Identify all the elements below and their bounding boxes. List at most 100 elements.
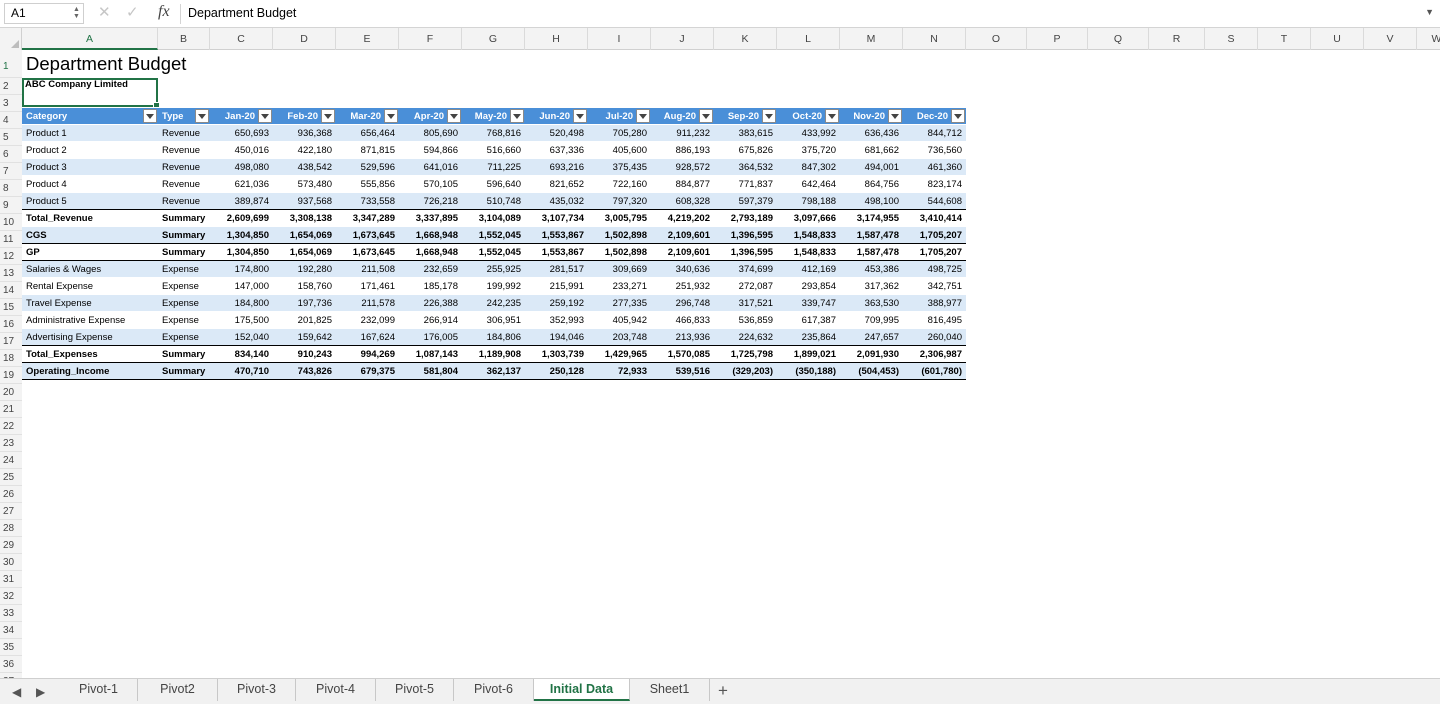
column-header-r[interactable]: R — [1149, 28, 1205, 50]
value-cell[interactable]: 2,793,189 — [714, 209, 777, 227]
row-header-11[interactable]: 11 — [0, 231, 22, 248]
value-cell[interactable]: 277,335 — [588, 294, 651, 312]
value-cell[interactable]: 266,914 — [399, 311, 462, 329]
column-header-f[interactable]: F — [399, 28, 462, 50]
value-cell[interactable]: 184,800 — [210, 294, 273, 312]
table-header-cell[interactable]: Jun-20 — [525, 107, 588, 125]
row-header-26[interactable]: 26 — [0, 486, 22, 503]
value-cell[interactable]: 711,225 — [462, 158, 525, 176]
value-cell[interactable]: 1,396,595 — [714, 226, 777, 244]
value-cell[interactable]: 224,632 — [714, 328, 777, 346]
type-cell[interactable]: Expense — [158, 294, 210, 312]
enter-icon[interactable]: ✓ — [126, 4, 139, 22]
value-cell[interactable]: 494,001 — [840, 158, 903, 176]
row-header-2[interactable]: 2 — [0, 78, 22, 95]
value-cell[interactable]: 539,516 — [651, 362, 714, 380]
worksheet-grid[interactable]: ABCDEFGHIJKLMNOPQRSTUVW 1 2 3 4 5 6 7 8 9 10 11 12 1… — [0, 28, 1440, 678]
value-cell[interactable]: 520,498 — [525, 124, 588, 142]
value-cell[interactable]: 309,669 — [588, 260, 651, 278]
value-cell[interactable]: 3,347,289 — [336, 209, 399, 227]
type-cell[interactable]: Revenue — [158, 141, 210, 159]
value-cell[interactable]: 433,992 — [777, 124, 840, 142]
row-header-18[interactable]: 18 — [0, 350, 22, 367]
value-cell[interactable]: 679,375 — [336, 362, 399, 380]
value-cell[interactable]: 466,833 — [651, 311, 714, 329]
column-header-d[interactable]: D — [273, 28, 336, 50]
category-cell[interactable]: Product 2 — [22, 141, 158, 159]
column-header-s[interactable]: S — [1205, 28, 1258, 50]
value-cell[interactable]: 581,804 — [399, 362, 462, 380]
value-cell[interactable]: 1,668,948 — [399, 226, 462, 244]
value-cell[interactable]: 516,660 — [462, 141, 525, 159]
value-cell[interactable]: 2,609,699 — [210, 209, 273, 227]
filter-dropdown-icon[interactable] — [888, 109, 902, 123]
value-cell[interactable]: 1,553,867 — [525, 226, 588, 244]
sheet-tab-pivot-5[interactable]: Pivot-5 — [376, 679, 454, 701]
value-cell[interactable]: 594,866 — [399, 141, 462, 159]
add-sheet-icon[interactable]: + — [718, 681, 728, 701]
value-cell[interactable]: 2,109,601 — [651, 226, 714, 244]
value-cell[interactable]: 317,521 — [714, 294, 777, 312]
value-cell[interactable]: 1,502,898 — [588, 226, 651, 244]
value-cell[interactable]: 352,993 — [525, 311, 588, 329]
column-header-k[interactable]: K — [714, 28, 777, 50]
value-cell[interactable]: 1,654,069 — [273, 226, 336, 244]
value-cell[interactable]: 736,560 — [903, 141, 966, 159]
row-header-10[interactable]: 10 — [0, 214, 22, 231]
filter-dropdown-icon[interactable] — [143, 109, 157, 123]
row-header-29[interactable]: 29 — [0, 537, 22, 554]
value-cell[interactable]: 821,652 — [525, 175, 588, 193]
type-cell[interactable]: Summary — [158, 362, 210, 380]
value-cell[interactable]: 339,747 — [777, 294, 840, 312]
column-header-c[interactable]: C — [210, 28, 273, 50]
value-cell[interactable]: 1,548,833 — [777, 226, 840, 244]
value-cell[interactable]: 374,699 — [714, 260, 777, 278]
value-cell[interactable]: 412,169 — [777, 260, 840, 278]
value-cell[interactable]: 194,046 — [525, 328, 588, 346]
value-cell[interactable]: 693,216 — [525, 158, 588, 176]
value-cell[interactable]: 1,570,085 — [651, 345, 714, 363]
column-header-q[interactable]: Q — [1088, 28, 1149, 50]
column-header-j[interactable]: J — [651, 28, 714, 50]
category-cell[interactable]: Product 1 — [22, 124, 158, 142]
value-cell[interactable]: 4,219,202 — [651, 209, 714, 227]
row-header-25[interactable]: 25 — [0, 469, 22, 486]
value-cell[interactable]: 886,193 — [651, 141, 714, 159]
value-cell[interactable]: 510,748 — [462, 192, 525, 210]
value-cell[interactable]: 884,877 — [651, 175, 714, 193]
value-cell[interactable]: 247,657 — [840, 328, 903, 346]
table-header-cell[interactable]: Feb-20 — [273, 107, 336, 125]
value-cell[interactable]: 255,925 — [462, 260, 525, 278]
table-header-cell[interactable]: Oct-20 — [777, 107, 840, 125]
filter-dropdown-icon[interactable] — [699, 109, 713, 123]
category-cell[interactable]: Product 4 — [22, 175, 158, 193]
column-header-l[interactable]: L — [777, 28, 840, 50]
value-cell[interactable]: 293,854 — [777, 277, 840, 295]
value-cell[interactable]: 1,548,833 — [777, 243, 840, 261]
column-header-o[interactable]: O — [966, 28, 1027, 50]
table-header-cell[interactable]: Mar-20 — [336, 107, 399, 125]
value-cell[interactable]: 1,673,645 — [336, 226, 399, 244]
value-cell[interactable]: 453,386 — [840, 260, 903, 278]
value-cell[interactable]: 498,100 — [840, 192, 903, 210]
value-cell[interactable]: 823,174 — [903, 175, 966, 193]
value-cell[interactable]: 1,553,867 — [525, 243, 588, 261]
table-header-cell[interactable]: Nov-20 — [840, 107, 903, 125]
value-cell[interactable]: 422,180 — [273, 141, 336, 159]
value-cell[interactable]: 405,942 — [588, 311, 651, 329]
row-header-36[interactable]: 36 — [0, 656, 22, 673]
type-cell[interactable]: Revenue — [158, 175, 210, 193]
table-header-cell[interactable]: Sep-20 — [714, 107, 777, 125]
value-cell[interactable]: 844,712 — [903, 124, 966, 142]
value-cell[interactable]: 805,690 — [399, 124, 462, 142]
value-cell[interactable]: 1,705,207 — [903, 226, 966, 244]
prev-sheet-icon[interactable]: ◀ — [12, 685, 21, 699]
value-cell[interactable]: 147,000 — [210, 277, 273, 295]
filter-dropdown-icon[interactable] — [762, 109, 776, 123]
table-header-cell[interactable]: Type — [158, 107, 210, 125]
value-cell[interactable]: 910,243 — [273, 345, 336, 363]
function-icon[interactable]: fx — [158, 3, 170, 21]
table-header-cell[interactable]: Category — [22, 107, 158, 125]
row-header-16[interactable]: 16 — [0, 316, 22, 333]
value-cell[interactable]: 159,642 — [273, 328, 336, 346]
